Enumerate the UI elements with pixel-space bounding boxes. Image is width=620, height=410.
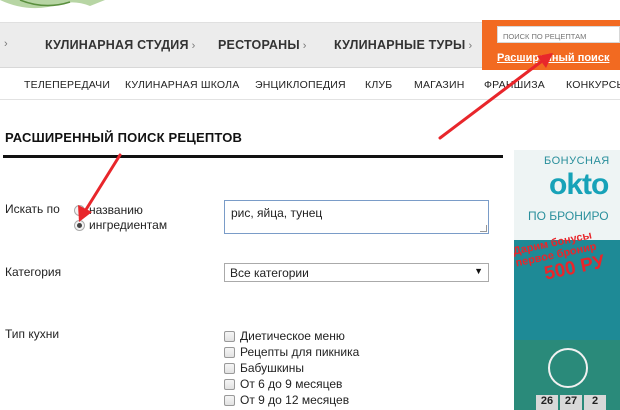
category-select-value: Все категории — [230, 266, 309, 280]
sub-nav-item-franchise[interactable]: ФРАНШИЗА — [484, 79, 545, 91]
cuisine-option[interactable]: Рецепты для пикника — [224, 345, 359, 359]
radio-label: названию — [89, 203, 143, 217]
ad-banner[interactable]: БОНУСНАЯ okto ПО БРОНИРО Дарим бонусы пе… — [514, 150, 620, 410]
sub-nav-item-contests[interactable]: КОНКУРСЫ — [566, 79, 620, 91]
nav-item-restaurants[interactable]: РЕСТОРАНЫ › — [218, 38, 307, 52]
main-nav: › КУЛИНАРНАЯ СТУДИЯ › РЕСТОРАНЫ › КУЛИНАРН… — [0, 22, 482, 68]
category-select[interactable]: Все категории ▼ — [224, 263, 489, 282]
cuisine-checkbox[interactable] — [224, 330, 235, 342]
ingredients-value: рис, яйца, тунец — [231, 206, 323, 220]
cuisine-option[interactable]: От 9 до 12 месяцев — [224, 393, 349, 407]
sub-nav-item-club[interactable]: КЛУБ — [365, 79, 392, 91]
sub-nav-item-encyclopedia[interactable]: ЭНЦИКЛОПЕДИЯ — [255, 79, 346, 91]
ad-calendar: 26 27 2 — [536, 395, 606, 410]
category-label: Категория — [5, 265, 62, 279]
search-by-label: Искать по — [5, 202, 60, 216]
nav-item-label: КУЛИНАРНЫЕ ТУРЫ — [334, 38, 466, 52]
radio-option-by-name[interactable]: названию — [74, 203, 143, 217]
advanced-search-link[interactable]: Расширенный поиск — [497, 52, 609, 64]
page-title: РАСШИРЕННЫЙ ПОИСК РЕЦЕПТОВ — [5, 130, 243, 145]
radio-by-ingredients[interactable] — [74, 219, 85, 231]
ad-headline: БОНУСНАЯ — [544, 155, 610, 167]
sub-nav-item-cooking-school[interactable]: КУЛИНАРНАЯ ШКОЛА — [125, 79, 239, 91]
radio-option-by-ingredients[interactable]: ингредиентам — [74, 218, 167, 232]
cuisine-option[interactable]: От 6 до 9 месяцев — [224, 377, 342, 391]
cuisine-label: Тип кухни — [5, 327, 60, 341]
cuisine-checkbox[interactable] — [224, 394, 235, 406]
sub-nav-item-tv-shows[interactable]: ТЕЛЕПЕРЕДАЧИ — [24, 79, 110, 91]
radio-by-name[interactable] — [74, 204, 85, 216]
dropdown-caret-icon: ▼ — [474, 266, 483, 276]
cuisine-checkbox[interactable] — [224, 378, 235, 390]
cuisine-option-label: Диетическое меню — [240, 329, 345, 343]
search-panel: Расширенный поиск — [482, 20, 620, 70]
cuisine-option-label: От 6 до 9 месяцев — [240, 377, 343, 391]
chevron-right-icon: › — [302, 40, 307, 52]
chevron-right-icon: › — [468, 40, 473, 52]
recipe-search-input[interactable] — [497, 26, 620, 43]
secondary-nav: ТЕЛЕПЕРЕДАЧИ КУЛИНАРНАЯ ШКОЛА ЭНЦИКЛОПЕД… — [0, 70, 620, 100]
cuisine-option-label: От 9 до 12 месяцев — [240, 393, 350, 407]
title-divider — [3, 155, 503, 158]
ad-calendar-day: 26 — [536, 395, 558, 410]
logo-leaf-icon — [0, 0, 105, 9]
radio-label: ингредиентам — [89, 218, 168, 232]
nav-item-label: РЕСТОРАНЫ — [218, 38, 300, 52]
ingredients-textarea[interactable]: рис, яйца, тунец — [224, 200, 489, 234]
cuisine-option[interactable]: Диетическое меню — [224, 329, 345, 343]
ad-calendar-day: 27 — [560, 395, 582, 410]
sub-nav-item-shop[interactable]: МАГАЗИН — [414, 79, 465, 91]
ad-logo: okto — [549, 168, 609, 201]
nav-item-culinary-tours[interactable]: КУЛИНАРНЫЕ ТУРЫ › — [334, 38, 472, 52]
cuisine-checkbox[interactable] — [224, 346, 235, 358]
ad-subheadline: ПО БРОНИРО — [528, 209, 609, 223]
resize-grip-icon[interactable] — [480, 225, 487, 232]
cuisine-checkbox[interactable] — [224, 362, 235, 374]
chevron-right-icon: › — [191, 40, 196, 52]
cuisine-option[interactable]: Бабушкины — [224, 361, 304, 375]
ad-calendar-day: 2 — [584, 395, 606, 410]
ferris-wheel-icon — [548, 348, 588, 388]
nav-item-label: КУЛИНАРНАЯ СТУДИЯ — [45, 38, 189, 52]
nav-leading-arrow-icon: › — [4, 38, 8, 50]
top-strip — [0, 0, 620, 22]
nav-item-culinary-studio[interactable]: КУЛИНАРНАЯ СТУДИЯ › — [45, 38, 196, 52]
cuisine-option-label: Бабушкины — [240, 361, 304, 375]
cuisine-option-label: Рецепты для пикника — [240, 345, 360, 359]
